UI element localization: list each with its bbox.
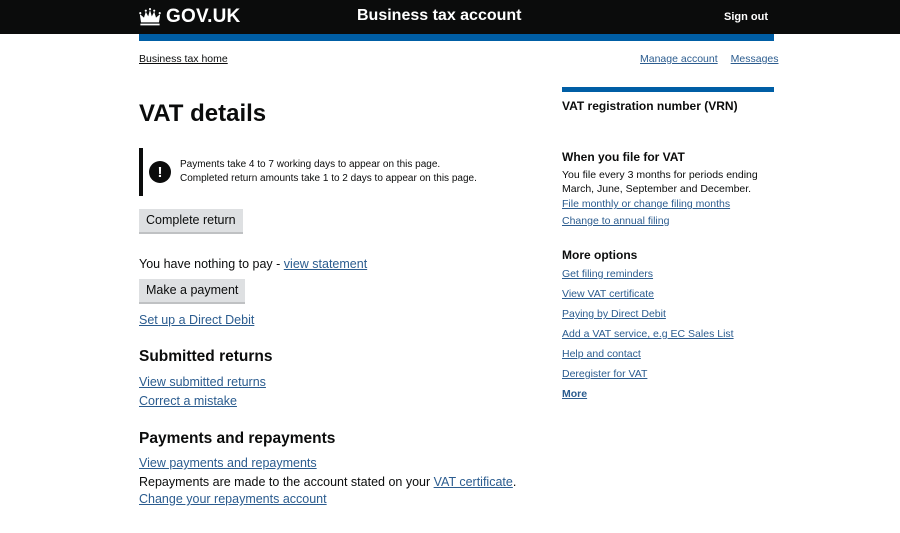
deregister-vat-link[interactable]: Deregister for VAT: [562, 368, 647, 380]
filing-reminders-link[interactable]: Get filing reminders: [562, 268, 653, 280]
help-contact-link[interactable]: Help and contact: [562, 348, 641, 360]
change-repayments-account-link[interactable]: Change your repayments account: [139, 492, 327, 506]
service-name: Business tax account: [357, 7, 522, 24]
view-statement-link[interactable]: view statement: [284, 257, 367, 271]
notice-line-1: Payments take 4 to 7 working days to app…: [180, 159, 441, 170]
payment-status: You have nothing to pay - view statement: [139, 257, 367, 271]
setup-direct-debit-link[interactable]: Set up a Direct Debit: [139, 313, 254, 327]
account-links: Manage account Messages: [640, 53, 779, 65]
sidebar-accent-bar: [562, 87, 774, 92]
change-filing-months-link[interactable]: File monthly or change filing months: [562, 198, 730, 210]
repayments-text-end: .: [512, 475, 517, 489]
site-header: GOV.UK Business tax account Sign out: [0, 0, 900, 34]
add-vat-service-link[interactable]: Add a VAT service, e.g EC Sales List: [562, 328, 734, 340]
important-notice: ! Payments take 4 to 7 working days to a…: [139, 148, 519, 196]
view-submitted-returns-link[interactable]: View submitted returns: [139, 375, 266, 389]
view-payments-link[interactable]: View payments and repayments: [139, 456, 317, 470]
view-vat-certificate-link[interactable]: View VAT certificate: [562, 288, 654, 300]
vat-certificate-link[interactable]: VAT certificate: [434, 475, 513, 489]
change-annual-filing-link[interactable]: Change to annual filing: [562, 215, 669, 227]
breadcrumb: Business tax home: [139, 53, 228, 65]
filing-frequency-text: You file every 3 months for periods endi…: [562, 169, 758, 195]
correct-mistake-link[interactable]: Correct a mistake: [139, 394, 237, 408]
notice-line-2: Completed return amounts take 1 to 2 day…: [180, 173, 477, 184]
submitted-returns-heading: Submitted returns: [139, 348, 273, 365]
repayments-text: Repayments are made to the account state…: [139, 475, 434, 489]
repayments-info: Repayments are made to the account state…: [139, 475, 516, 489]
make-payment-button[interactable]: Make a payment: [139, 279, 246, 302]
govuk-logo-link[interactable]: GOV.UK: [139, 6, 240, 28]
payments-heading: Payments and repayments: [139, 430, 336, 447]
more-link[interactable]: More: [562, 388, 587, 400]
sign-out-link[interactable]: Sign out: [724, 11, 768, 23]
when-you-file-heading: When you file for VAT: [562, 150, 685, 164]
exclamation-icon: !: [149, 161, 171, 183]
logo-text: GOV.UK: [166, 6, 241, 27]
crown-icon: [139, 8, 161, 26]
messages-link[interactable]: Messages: [731, 53, 779, 65]
complete-return-button[interactable]: Complete return: [139, 209, 243, 232]
breadcrumb-business-tax-home[interactable]: Business tax home: [139, 53, 228, 65]
manage-account-link[interactable]: Manage account: [640, 53, 718, 65]
vrn-heading: VAT registration number (VRN): [562, 99, 738, 113]
nothing-to-pay-text: You have nothing to pay -: [139, 257, 284, 271]
more-options-heading: More options: [562, 248, 638, 262]
header-accent-bar: [139, 34, 774, 41]
page-title: VAT details: [139, 100, 267, 127]
paying-direct-debit-link[interactable]: Paying by Direct Debit: [562, 308, 666, 320]
